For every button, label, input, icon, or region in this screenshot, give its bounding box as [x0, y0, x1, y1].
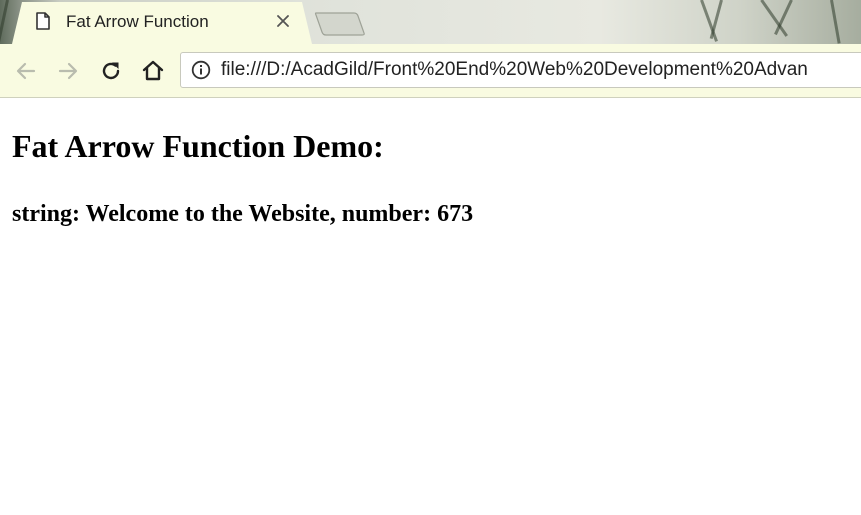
forward-arrow-icon[interactable] [54, 57, 82, 85]
background-decoration [0, 0, 9, 44]
output-text: string: Welcome to the Website, number: … [12, 201, 474, 227]
page-content: Fat Arrow Function Demo: string: Welcome… [0, 98, 861, 515]
background-decoration [830, 0, 841, 44]
reload-icon[interactable] [97, 57, 125, 85]
address-bar[interactable]: file:///D:/AcadGild/Front%20End%20Web%20… [180, 52, 861, 88]
url-text[interactable]: file:///D:/AcadGild/Front%20End%20Web%20… [221, 59, 808, 81]
tab-title: Fat Arrow Function [66, 12, 209, 31]
tab-strip: Fat Arrow Function [0, 0, 861, 44]
back-arrow-icon[interactable] [12, 57, 40, 85]
info-icon[interactable] [191, 60, 211, 80]
browser-window: Fat Arrow Function file:///D:/AcadGild/F… [0, 0, 861, 515]
close-icon[interactable] [274, 12, 292, 30]
document-icon [36, 12, 50, 30]
new-tab-button[interactable] [314, 11, 366, 42]
home-icon[interactable] [139, 57, 167, 85]
background-decoration [709, 0, 723, 40]
page-heading: Fat Arrow Function Demo: [12, 128, 384, 164]
browser-toolbar: file:///D:/AcadGild/Front%20End%20Web%20… [0, 44, 861, 98]
